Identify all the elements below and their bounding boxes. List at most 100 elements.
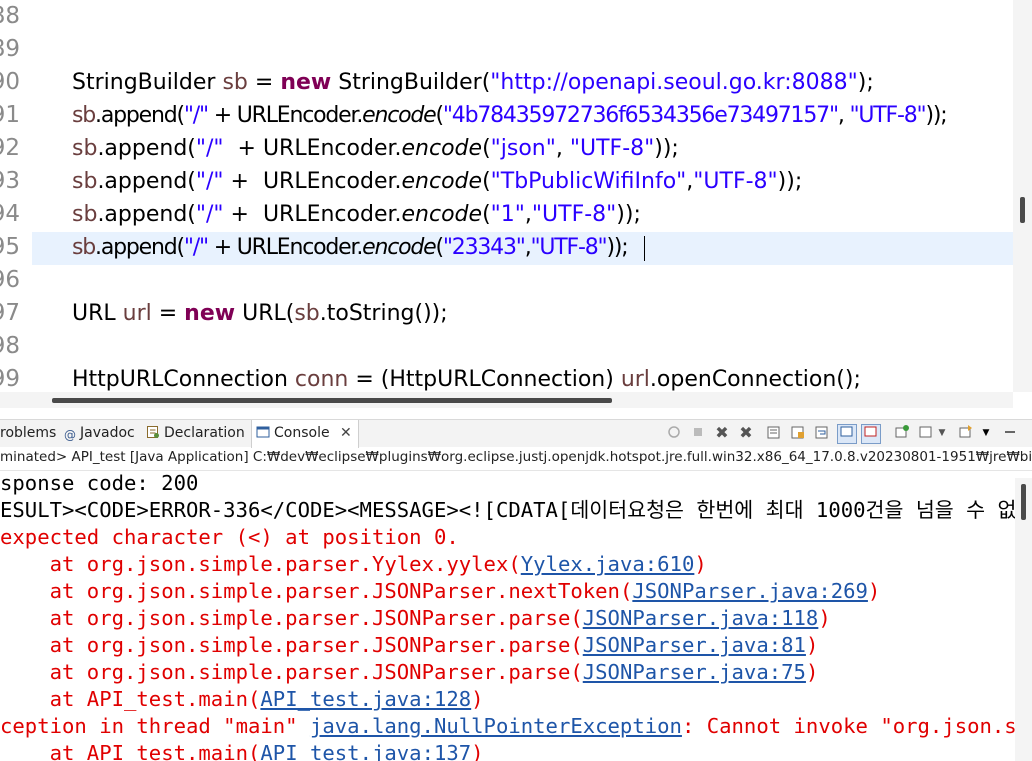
code-token: ( — [482, 169, 491, 194]
stop-icon[interactable] — [689, 424, 707, 442]
code-token: url — [122, 301, 152, 326]
word-wrap-icon[interactable] — [813, 424, 831, 442]
line-number-text: 97 — [0, 300, 20, 326]
stack-trace-line: at org.json.simple.parser.JSONParser.par… — [0, 605, 831, 632]
code-token: )); — [777, 169, 803, 194]
tab-console-label: Console — [274, 425, 330, 441]
editor-horizontal-scrollbar[interactable] — [0, 392, 1013, 408]
line-number-text: 92 — [0, 135, 20, 161]
code-token: ( — [435, 103, 444, 128]
stack-end: ) — [867, 579, 881, 603]
line-number-text: 98 — [0, 333, 20, 359]
code-token: .toString()); — [319, 301, 448, 326]
console-output[interactable]: sponse code: 200 ESULT><CODE>ERROR-336</… — [0, 470, 1032, 761]
code-token: "1" — [490, 202, 525, 227]
console-vertical-scroll-thumb[interactable] — [1021, 484, 1026, 520]
line-number: 90 — [0, 66, 30, 99]
stack-source-link[interactable]: API_test.java:128 — [260, 687, 471, 711]
stack-at: at org.json.simple.parser.Yylex.yylex( — [0, 552, 521, 576]
line-number: 95 — [0, 231, 30, 264]
line-number-text: 94 — [0, 201, 20, 227]
console-line-exception: ception in thread "main" java.lang.NullP… — [0, 713, 1032, 740]
code-token: URL — [72, 301, 123, 326]
code-token: "/" — [195, 202, 224, 227]
exception-link[interactable]: java.lang.NullPointerException — [310, 714, 682, 738]
chevron-down-icon[interactable]: ▼ — [933, 424, 951, 442]
line-number-text: 90 — [0, 69, 20, 95]
line-number-text: 93 — [0, 168, 20, 194]
code-line: sb.append("/" + URLEncoder.encode("23343… — [72, 231, 629, 264]
pin-console-icon[interactable] — [893, 424, 911, 442]
code-token: ( — [482, 202, 491, 227]
tab-javadoc-label: Javadoc — [80, 425, 135, 441]
line-number: 89 — [0, 33, 30, 66]
console-line-error: expected character (<) at position 0. — [0, 525, 459, 549]
stack-source-link[interactable]: JSONParser.java:269 — [632, 579, 868, 603]
open-console-icon[interactable] — [957, 424, 975, 442]
code-line: sb.append("/" + URLEncoder.encode("1","U… — [72, 198, 641, 231]
line-number-text: 91 — [0, 102, 20, 128]
code-token: = (HttpURLConnection) — [348, 367, 621, 392]
remove-launch-icon[interactable]: ✖ — [713, 424, 731, 442]
chevron-down-icon[interactable]: ▼ — [977, 424, 995, 442]
console-launch-status: minated> API_test [Java Application] C:₩… — [0, 446, 1032, 471]
code-line: StringBuilder sb = new StringBuilder("ht… — [72, 66, 874, 99]
line-number: 93 — [0, 165, 30, 198]
code-token: sb — [72, 235, 96, 260]
code-token: = — [247, 70, 281, 95]
tab-javadoc[interactable]: @ Javadoc — [64, 420, 135, 447]
stack-source-link[interactable]: JSONParser.java:81 — [583, 633, 806, 657]
minimize-icon[interactable] — [1001, 424, 1019, 442]
editor-vertical-scrollbar[interactable] — [1013, 0, 1032, 392]
console-line-response-code: sponse code: 200 — [0, 471, 199, 495]
stack-source-link[interactable]: JSONParser.java:118 — [583, 606, 819, 630]
show-on-stderr-icon[interactable] — [861, 424, 881, 444]
console-result-text: ESULT><CODE>ERROR-336</CODE><MESSAGE><![… — [0, 498, 1032, 522]
code-line: sb.append("/" + URLEncoder.encode("4b784… — [72, 99, 948, 132]
tab-declaration[interactable]: Declaration — [146, 420, 245, 447]
stack-end: ) — [805, 660, 819, 684]
line-number: 88 — [0, 0, 30, 33]
tab-problems[interactable]: roblems — [0, 420, 56, 447]
code-token: conn — [294, 367, 349, 392]
console-vertical-scrollbar[interactable] — [1015, 478, 1032, 761]
code-line: URL url = new URL(sb.toString()); — [72, 297, 448, 330]
stack-at: at API_test.main( — [0, 741, 261, 761]
code-line: sb.append("/" + URLEncoder.encode("json"… — [72, 132, 679, 165]
stack-trace-line: at org.json.simple.parser.JSONParser.par… — [0, 632, 819, 659]
tab-console[interactable]: Console ✕ — [251, 420, 359, 448]
code-token: )); — [606, 235, 628, 260]
code-token: + URLEncoder. — [223, 202, 402, 227]
show-on-stdout-icon[interactable] — [837, 424, 857, 444]
close-icon[interactable]: ✕ — [340, 425, 352, 441]
code-token: new — [280, 70, 332, 95]
code-token: )); — [654, 136, 679, 161]
terminate-icon[interactable] — [665, 424, 683, 442]
stack-source-link[interactable]: API_test.java:137 — [260, 741, 471, 761]
stack-source-link[interactable]: JSONParser.java:75 — [583, 660, 806, 684]
code-token: "UTF-8" — [530, 235, 607, 260]
line-number-text: 89 — [0, 36, 20, 62]
editor-horizontal-scroll-thumb[interactable] — [52, 398, 612, 403]
stack-trace-line: at org.json.simple.parser.JSONParser.par… — [0, 659, 819, 686]
code-token: "json" — [490, 136, 556, 161]
stack-end: ) — [805, 633, 819, 657]
code-token: "UTF-8" — [849, 103, 926, 128]
code-token: ); — [857, 70, 874, 95]
line-number: 97 — [0, 297, 30, 330]
stack-trace-line: at API_test.main(API_test.java:128) — [0, 686, 484, 713]
javadoc-icon: @ — [64, 428, 76, 442]
scroll-lock-icon[interactable] — [789, 424, 807, 442]
stack-at: at org.json.simple.parser.JSONParser.par… — [0, 606, 583, 630]
clear-console-icon[interactable] — [765, 424, 783, 442]
editor-vertical-scroll-thumb[interactable] — [1020, 197, 1025, 223]
code-token: encode — [362, 103, 437, 128]
stack-at: at org.json.simple.parser.JSONParser.nex… — [0, 579, 633, 603]
stack-source-link[interactable]: Yylex.java:610 — [521, 552, 695, 576]
remove-all-launches-icon[interactable]: ✖ — [737, 424, 755, 442]
code-token: + URLEncoder. — [207, 235, 364, 260]
view-tab-bar: roblems @ Javadoc Declaration Console ✕ ✖… — [0, 419, 1032, 448]
code-token: "/" — [183, 235, 209, 260]
code-token: "23343" — [442, 235, 526, 260]
code-editor[interactable]: 888990919293949596979899 StringBuilder s… — [0, 0, 1032, 408]
